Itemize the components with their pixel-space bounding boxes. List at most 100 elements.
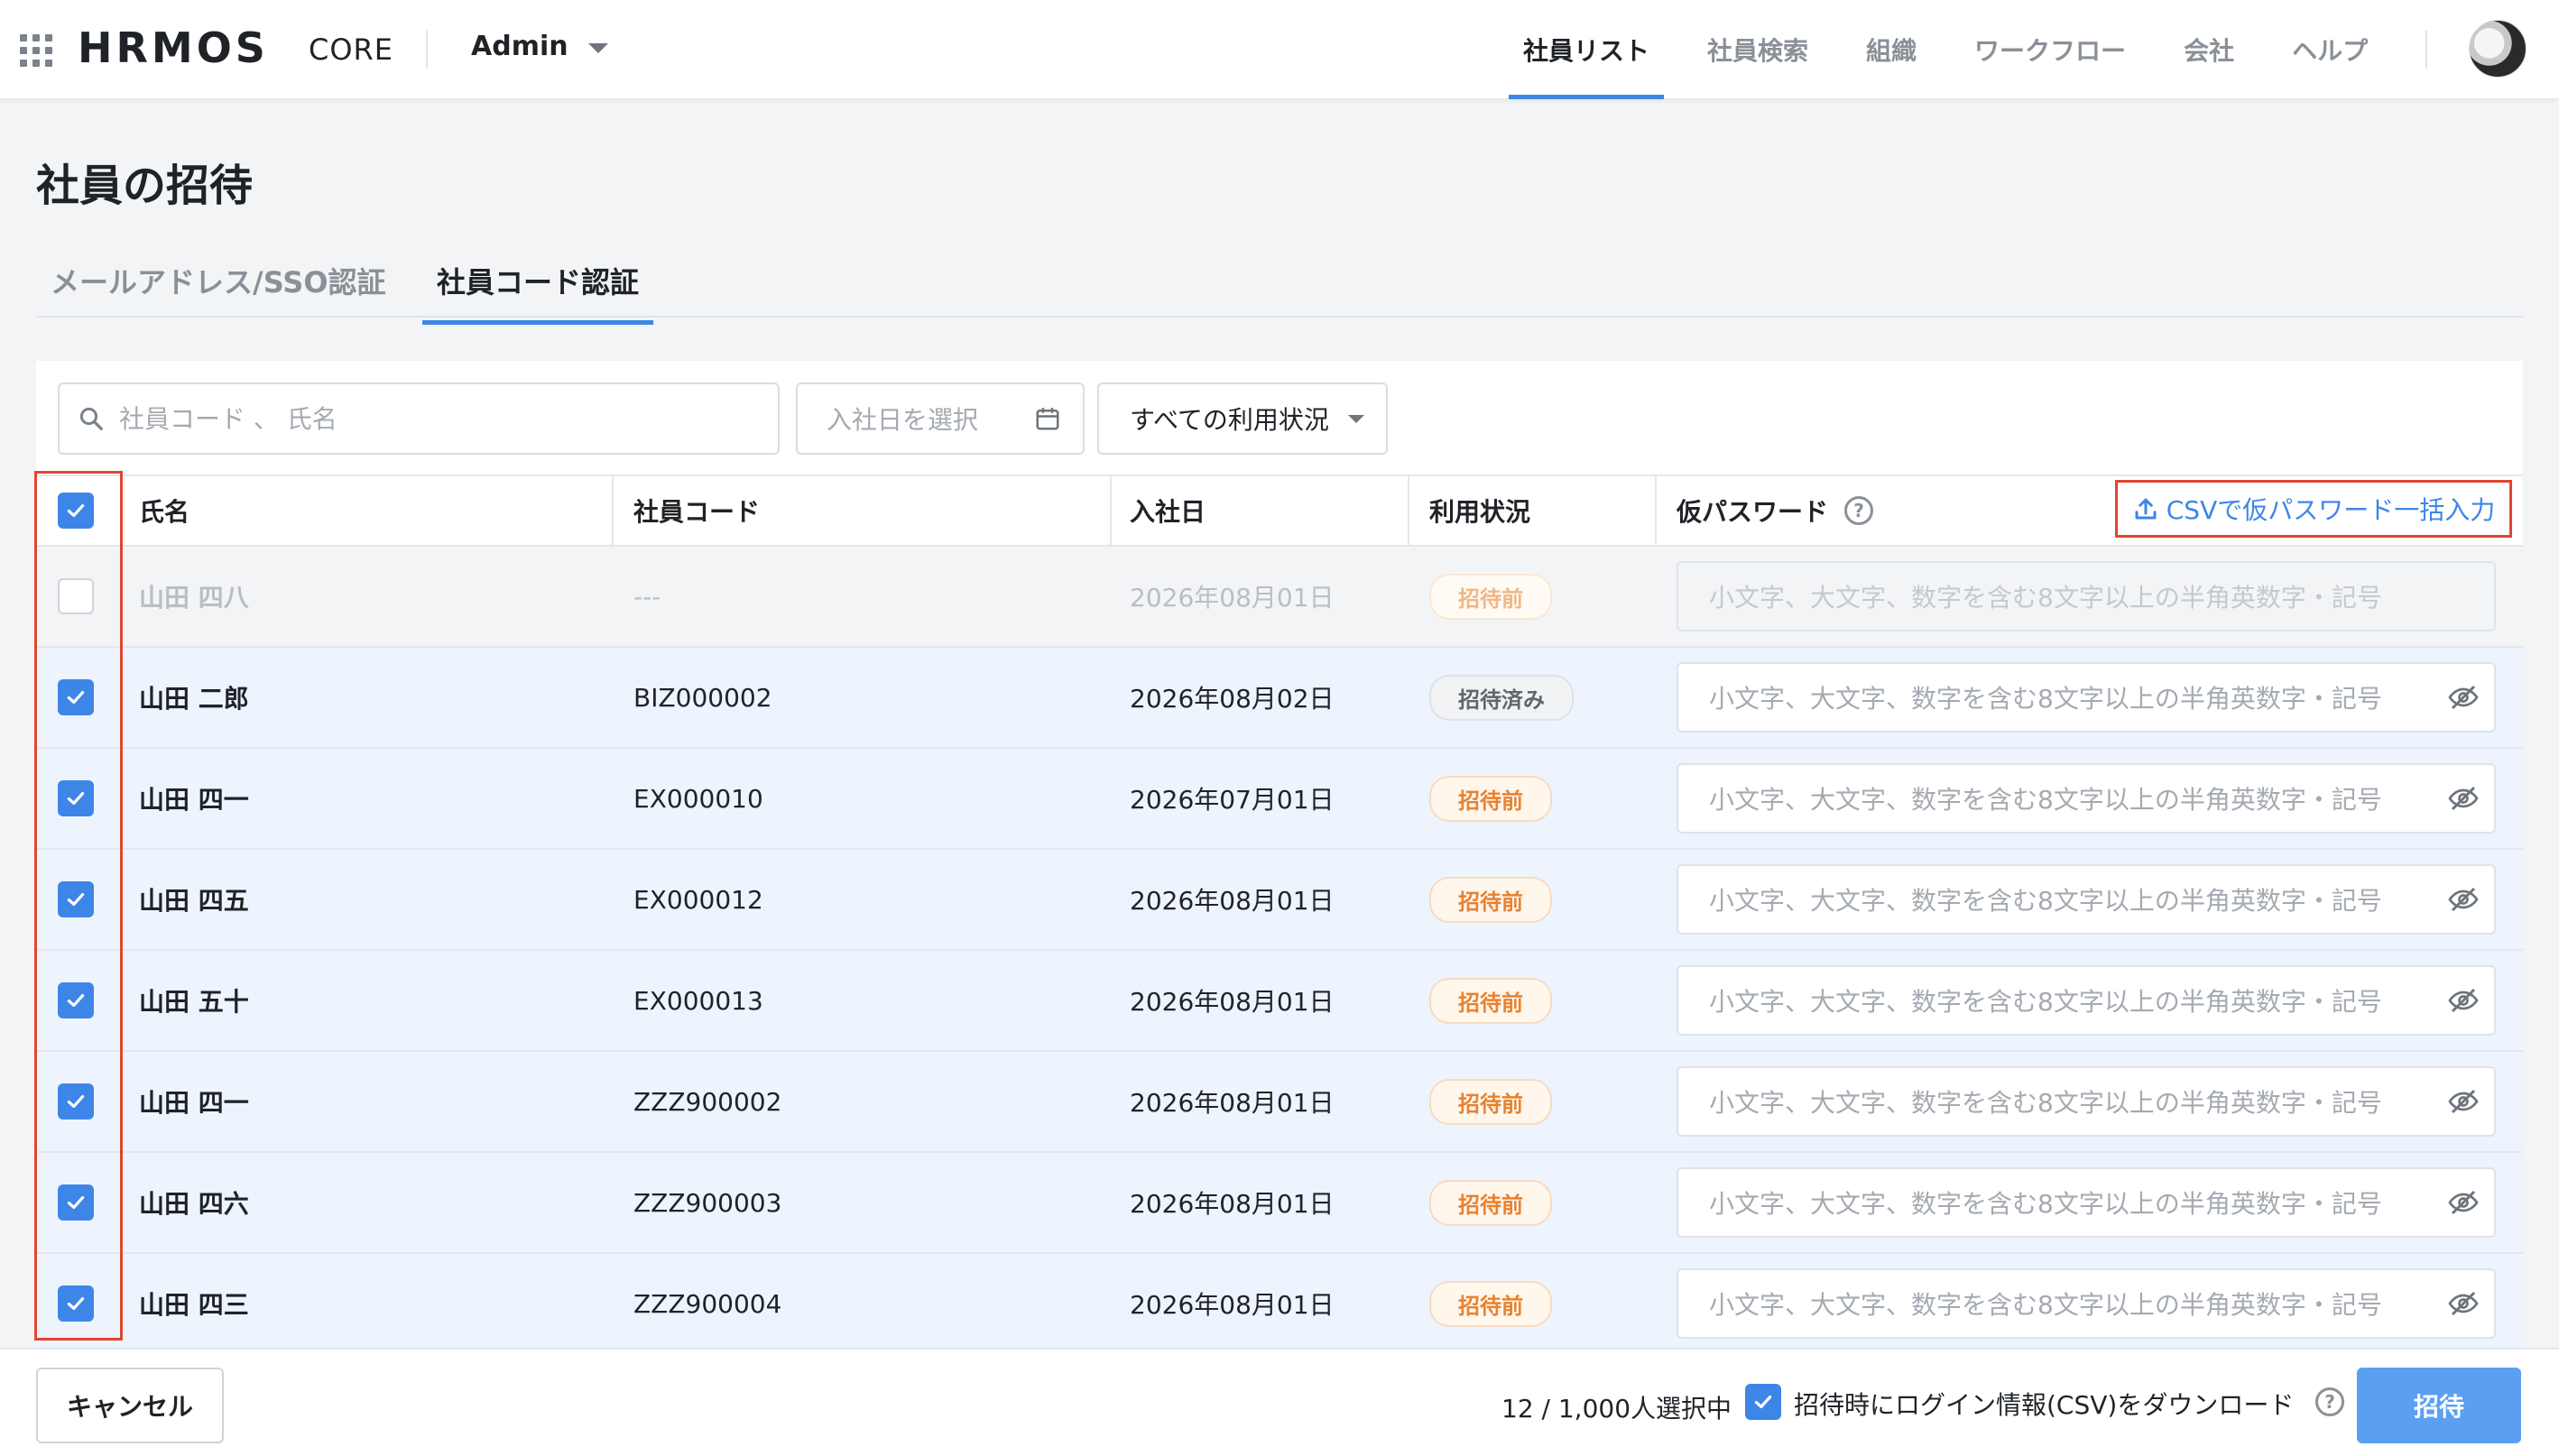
avatar[interactable] [2469,20,2527,78]
employee-name: 山田 四三 [139,1290,249,1320]
divider [426,31,428,69]
row-checkbox[interactable] [58,1083,94,1120]
header-status: 利用状況 [1429,497,1531,527]
header-password-label: 仮パスワード [1677,497,1829,527]
employee-code: --- [633,581,661,612]
employee-code: EX000010 [633,783,763,814]
checkbox-check-icon [67,1195,85,1210]
password-cell: 小文字、大文字、数字を含む8文字以上の半角英数字・記号 [1677,951,2496,1050]
password-cell: 小文字、大文字、数字を含む8文字以上の半角英数字・記号 [1677,749,2496,848]
temp-password-input[interactable]: 小文字、大文字、数字を含む8文字以上の半角英数字・記号 [1677,763,2496,834]
role-label: Admin [471,31,568,62]
checkbox-check-icon [67,993,85,1008]
hire-date: 2026年08月01日 [1130,583,1335,613]
tab-employee-code[interactable]: 社員コード認証 [422,260,654,325]
temp-password-placeholder: 小文字、大文字、数字を含む8文字以上の半角英数字・記号 [1709,1290,2382,1320]
tab-email-sso[interactable]: メールアドレス/SSO認証 [51,260,386,323]
status-cell: 招待前 [1429,1153,1552,1252]
calendar-icon [1036,408,1059,430]
role-switcher[interactable]: Admin [471,31,608,62]
table-row: 山田 四三 ZZZ900004 2026年08月01日 招待前 小文字、大文字、数字を含… [36,1254,2523,1348]
search-input[interactable] [119,403,751,434]
row-checkbox[interactable] [58,881,94,917]
status-badge: 招待前 [1429,1078,1552,1125]
status-badge: 招待前 [1429,977,1552,1024]
hire-date: 2026年08月01日 [1130,1290,1335,1320]
eye-off-icon[interactable] [2447,984,2480,1017]
temp-password-placeholder: 小文字、大文字、数字を含む8文字以上の半角英数字・記号 [1709,785,2382,815]
row-checkbox[interactable] [58,780,94,816]
hire-date-picker[interactable]: 入社日を選択 [796,382,1085,455]
row-checkbox[interactable] [58,1286,94,1322]
nav-workflow[interactable]: ワークフロー [1960,0,2140,99]
employee-code: ZZZ900002 [633,1086,782,1117]
checkbox-check-icon [67,1296,85,1311]
column-divider [612,476,614,548]
header-date: 入社日 [1130,497,1206,527]
password-cell: 小文字、大文字、数字を含む8文字以上の半角英数字・記号 [1677,1052,2496,1151]
footer-bar: キャンセル 12 / 1,000人選択中 招待時にログイン情報(CSV)をダウン… [0,1348,2559,1456]
row-checkbox[interactable] [58,679,94,715]
invite-button[interactable]: 招待 [2357,1368,2521,1443]
download-csv-checkbox[interactable] [1745,1384,1781,1420]
status-badge: 招待済み [1429,674,1574,721]
eye-off-icon[interactable] [2447,1186,2480,1219]
header-password: 仮パスワード ? [1677,476,1874,545]
table-row: 山田 四六 ZZZ900003 2026年08月01日 招待前 小文字、大文字、数字を含… [36,1153,2523,1254]
header-name: 氏名 [139,497,190,527]
password-cell: 小文字、大文字、数字を含む8文字以上の半角英数字・記号 [1677,547,2496,646]
csv-bulk-password-label: CSVで仮パスワード一括入力 [2166,495,2496,525]
upload-icon [2135,498,2157,520]
employee-code: BIZ000002 [633,682,772,713]
table-row: 山田 四一 EX000010 2026年07月01日 招待前 小文字、大文字、数字を含む… [36,749,2523,850]
table-row: 山田 四一 ZZZ900002 2026年08月01日 招待前 小文字、大文字、数字を含… [36,1052,2523,1153]
status-cell: 招待前 [1429,547,1552,646]
search-icon [79,407,103,430]
temp-password-input[interactable]: 小文字、大文字、数字を含む8文字以上の半角英数字・記号 [1677,965,2496,1036]
usage-status-select[interactable]: すべての利用状況 [1097,382,1388,455]
table-row: 山田 四五 EX000012 2026年08月01日 招待前 小文字、大文字、数字を含む… [36,850,2523,951]
status-badge: 招待前 [1429,573,1552,620]
cancel-button[interactable]: キャンセル [36,1368,224,1443]
employee-name: 山田 四一 [139,1088,249,1118]
chevron-down-icon [1348,414,1364,423]
temp-password-input[interactable]: 小文字、大文字、数字を含む8文字以上の半角英数字・記号 [1677,662,2496,733]
nav-company[interactable]: 会社 [2169,0,2249,99]
search-box [58,382,780,455]
temp-password-input[interactable]: 小文字、大文字、数字を含む8文字以上の半角英数字・記号 [1677,1167,2496,1238]
eye-off-icon[interactable] [2447,1287,2480,1320]
logo: HRMOS [78,23,269,72]
row-checkbox [58,578,94,614]
eye-off-icon[interactable] [2447,782,2480,815]
temp-password-input[interactable]: 小文字、大文字、数字を含む8文字以上の半角英数字・記号 [1677,864,2496,935]
employee-name: 山田 四一 [139,785,249,815]
status-badge: 招待前 [1429,775,1552,822]
nav-employee-list[interactable]: 社員リスト [1509,0,1665,99]
chevron-down-icon [587,43,608,53]
table-header: 氏名 社員コード 入社日 利用状況 仮パスワード ? CSVで仮パスワード一括入… [36,475,2523,548]
status-cell: 招待前 [1429,749,1552,848]
status-badge: 招待前 [1429,1179,1552,1226]
row-checkbox[interactable] [58,1184,94,1221]
nav-employee-search[interactable]: 社員検索 [1693,0,1823,99]
app-grid-icon[interactable] [20,34,52,67]
select-all-checkbox[interactable] [58,493,94,529]
main-nav: 社員リスト 社員検索 組織 ワークフロー 会社 ヘルプ [1509,0,2411,99]
nav-help[interactable]: ヘルプ [2277,0,2382,99]
employee-name: 山田 四六 [139,1189,249,1219]
temp-password-input[interactable]: 小文字、大文字、数字を含む8文字以上の半角英数字・記号 [1677,1066,2496,1137]
temp-password-input[interactable]: 小文字、大文字、数字を含む8文字以上の半角英数字・記号 [1677,1268,2496,1339]
app-header: HRMOS CORE Admin 社員リスト 社員検索 組織 ワークフロー 会社… [0,0,2559,99]
help-icon[interactable]: ? [1844,496,1874,525]
row-checkbox[interactable] [58,982,94,1018]
hire-date: 2026年08月01日 [1130,987,1335,1017]
eye-off-icon[interactable] [2447,681,2480,714]
csv-bulk-password-button[interactable]: CSVで仮パスワード一括入力 [2115,480,2512,538]
nav-organization[interactable]: 組織 [1852,0,1931,99]
help-icon[interactable]: ? [2315,1387,2344,1416]
eye-off-icon[interactable] [2447,1085,2480,1118]
checkbox-check-icon [67,1094,85,1109]
hire-date-placeholder: 入社日を選択 [827,405,979,435]
eye-off-icon[interactable] [2447,883,2480,916]
column-divider [1110,476,1112,548]
